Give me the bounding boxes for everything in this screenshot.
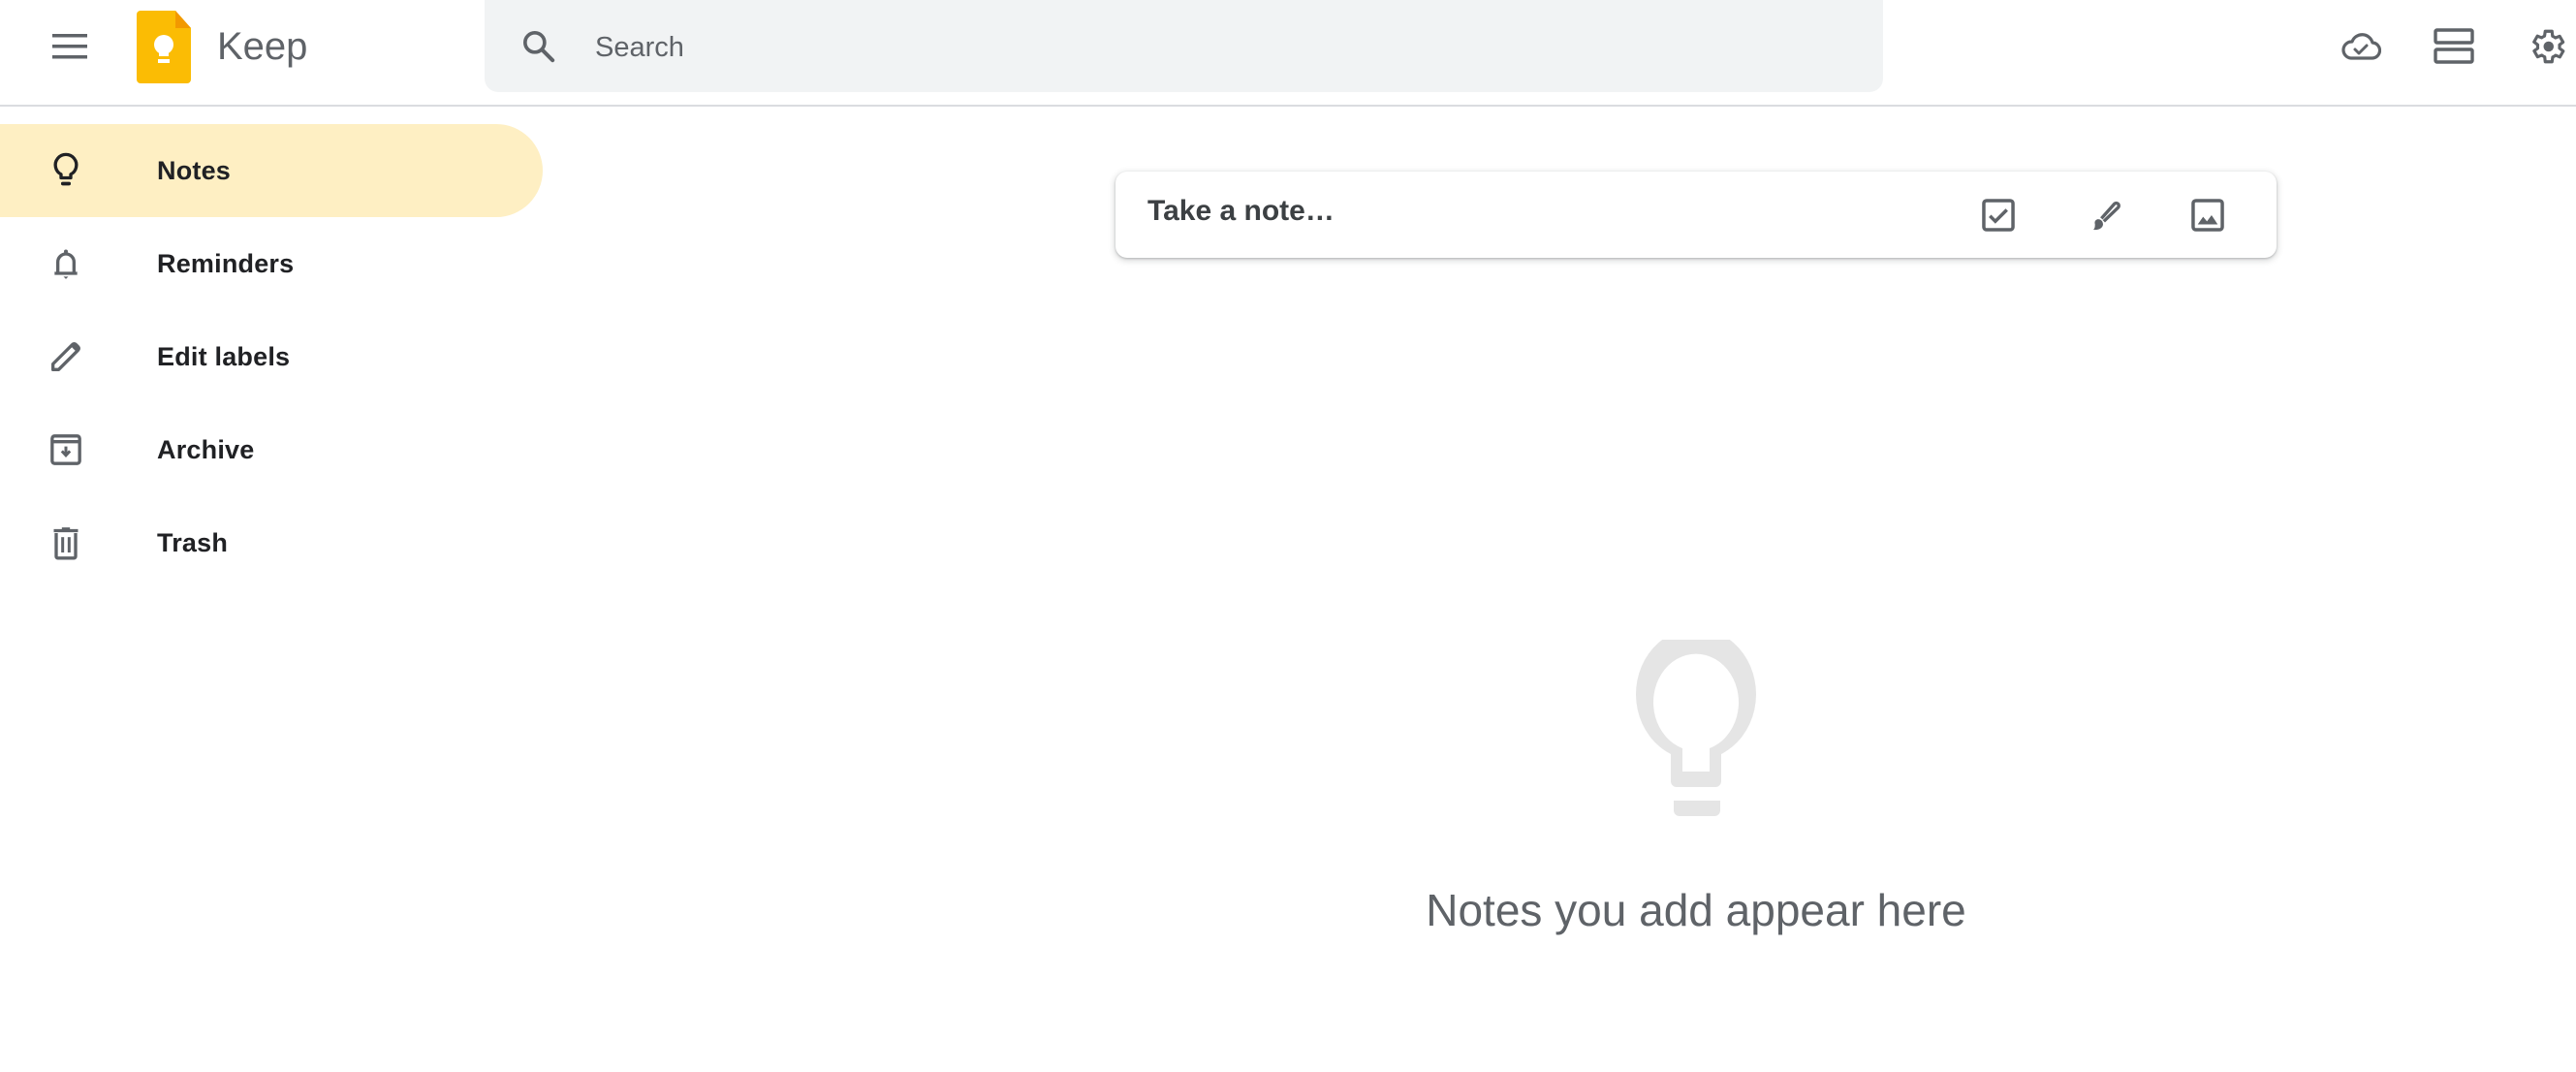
sidebar-item-label: Archive [157, 434, 255, 464]
new-image-note-button[interactable] [2183, 191, 2232, 239]
search-bar[interactable] [485, 0, 1883, 92]
new-list-button[interactable] [1974, 191, 2023, 239]
checkbox-icon [1982, 199, 2015, 232]
empty-state-message: Notes you add appear here [1426, 885, 1966, 935]
refresh-button[interactable] [2332, 17, 2390, 76]
view-list-icon [2434, 28, 2474, 64]
keep-logo-icon[interactable] [137, 11, 191, 83]
image-icon [2191, 199, 2224, 232]
bell-icon [54, 249, 78, 279]
app-title[interactable]: Keep [217, 19, 307, 74]
sidebar-item-label: Notes [157, 155, 232, 185]
take-note-bar[interactable]: Take a note… [1115, 172, 2277, 258]
sidebar-item-reminders[interactable]: Reminders [0, 217, 543, 310]
pencil-icon [51, 342, 80, 371]
lightbulb-icon [1636, 640, 1756, 816]
app-header: Keep [0, 0, 2576, 107]
sidebar-item-label: Reminders [157, 248, 295, 278]
sidebar-item-notes[interactable]: Notes [0, 124, 543, 217]
main-menu-button[interactable] [41, 17, 99, 76]
lightbulb-icon [53, 152, 79, 186]
trash-icon [53, 527, 79, 560]
sidebar-item-label: Edit labels [157, 341, 291, 371]
settings-button[interactable] [2518, 17, 2576, 76]
new-drawing-button[interactable] [2079, 191, 2127, 239]
search-icon[interactable] [519, 27, 558, 66]
sidebar-item-edit-labels[interactable]: Edit labels [0, 310, 543, 403]
hamburger-menu-icon [52, 34, 87, 59]
sidebar-item-trash[interactable]: Trash [0, 496, 543, 589]
cloud-check-icon [2341, 33, 2381, 60]
archive-icon [50, 434, 81, 465]
sidebar-nav: Notes Reminders Edit labels Archive Tras… [0, 124, 543, 589]
gear-icon [2532, 29, 2565, 64]
take-note-input[interactable]: Take a note… [1147, 195, 1335, 228]
brush-icon [2093, 201, 2120, 231]
sidebar-item-label: Trash [157, 527, 229, 557]
list-view-button[interactable] [2425, 17, 2483, 76]
sidebar-item-archive[interactable]: Archive [0, 403, 543, 496]
search-input[interactable] [593, 19, 1838, 76]
